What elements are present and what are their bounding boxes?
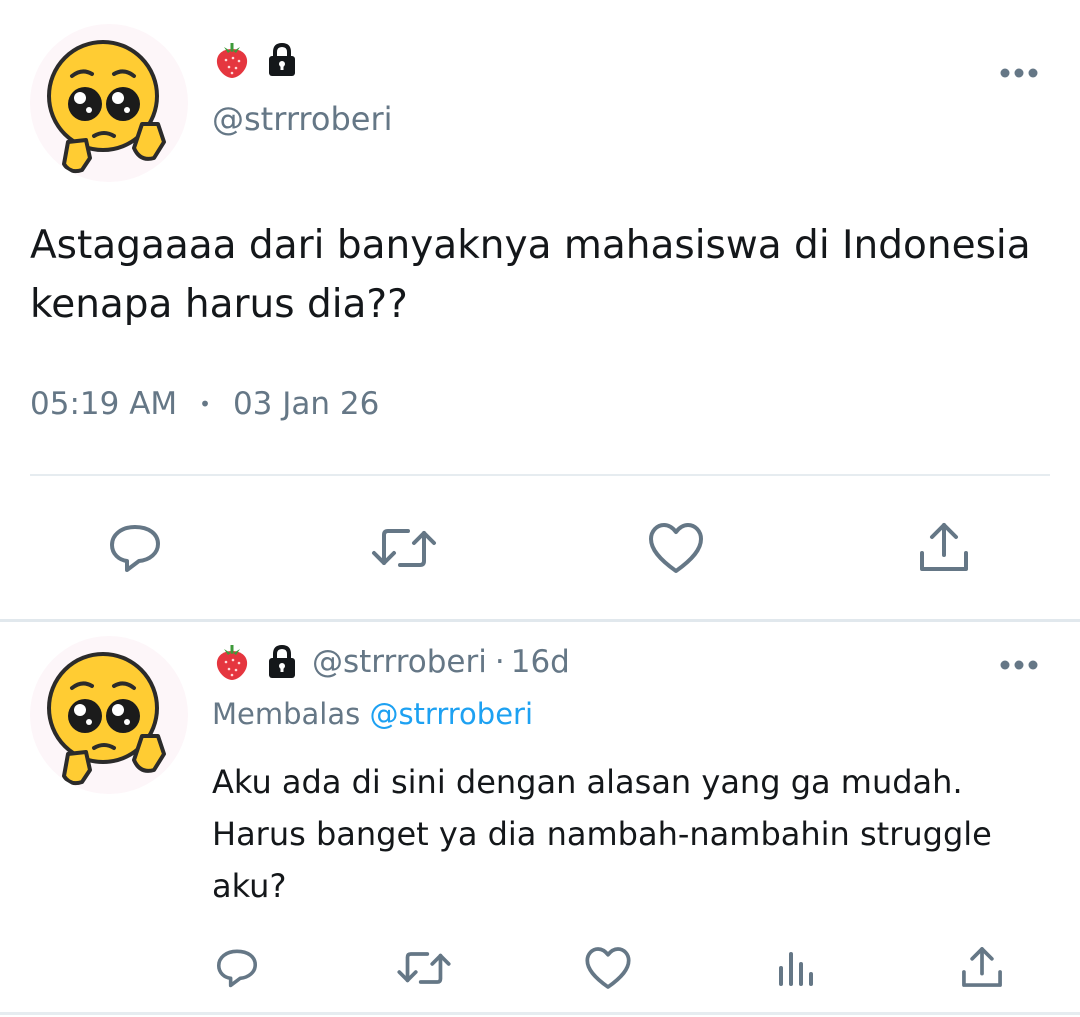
mention-link[interactable]: @strrroberi [369, 697, 533, 731]
like-button[interactable] [580, 942, 636, 994]
view-stats-button[interactable] [772, 942, 818, 994]
like-icon [649, 523, 703, 573]
share-button[interactable] [956, 940, 1008, 994]
tweet-age: 16d [510, 644, 570, 680]
retweet-icon [372, 529, 436, 567]
tweet-text: Astagaaaa dari banyaknya mahasiswa di In… [30, 223, 1031, 327]
like-icon [585, 947, 631, 989]
strawberry-icon [216, 43, 248, 78]
tweet-timestamp: 05:19 AM • 03 Jan 26 [30, 386, 379, 422]
retweet-button[interactable] [394, 942, 454, 994]
share-icon [920, 523, 968, 571]
tweet-date: 03 Jan 26 [232, 386, 380, 422]
retweet-button[interactable] [368, 518, 440, 578]
user-handle[interactable]: @strrroberi [312, 644, 487, 680]
section-divider [0, 619, 1080, 622]
stats-icon [779, 952, 813, 986]
replying-label: Membalas [212, 697, 361, 731]
strawberry-icon [216, 645, 248, 680]
pleading-face-avatar-icon [47, 40, 166, 174]
display-name[interactable] [212, 40, 300, 80]
divider [30, 474, 1050, 476]
user-handle[interactable]: @strrroberi [212, 100, 392, 138]
tweet-text: Aku ada di sini dengan alasan yang ga mu… [212, 763, 992, 905]
like-button[interactable] [644, 518, 708, 578]
separator-dot: • [199, 392, 211, 416]
reply-header: @strrroberi · 16d [212, 642, 570, 682]
share-button[interactable] [912, 516, 976, 578]
replying-to: Membalas @strrroberi [212, 697, 533, 731]
separator-dot: · [494, 644, 505, 680]
more-options-icon[interactable] [999, 658, 1039, 672]
retweet-icon [397, 952, 451, 984]
reply-button[interactable] [102, 518, 168, 578]
lock-icon [269, 644, 295, 678]
pleading-face-avatar-icon [47, 652, 166, 786]
tweet-time: 05:19 AM [30, 386, 178, 422]
reply-button[interactable] [210, 942, 264, 994]
lock-icon [269, 42, 295, 76]
reply-icon [110, 525, 160, 572]
avatar[interactable] [30, 24, 188, 182]
reply-icon [216, 949, 258, 988]
more-options-icon[interactable] [999, 66, 1039, 80]
share-icon [962, 947, 1002, 987]
divider [0, 1012, 1080, 1015]
avatar[interactable] [30, 636, 188, 794]
